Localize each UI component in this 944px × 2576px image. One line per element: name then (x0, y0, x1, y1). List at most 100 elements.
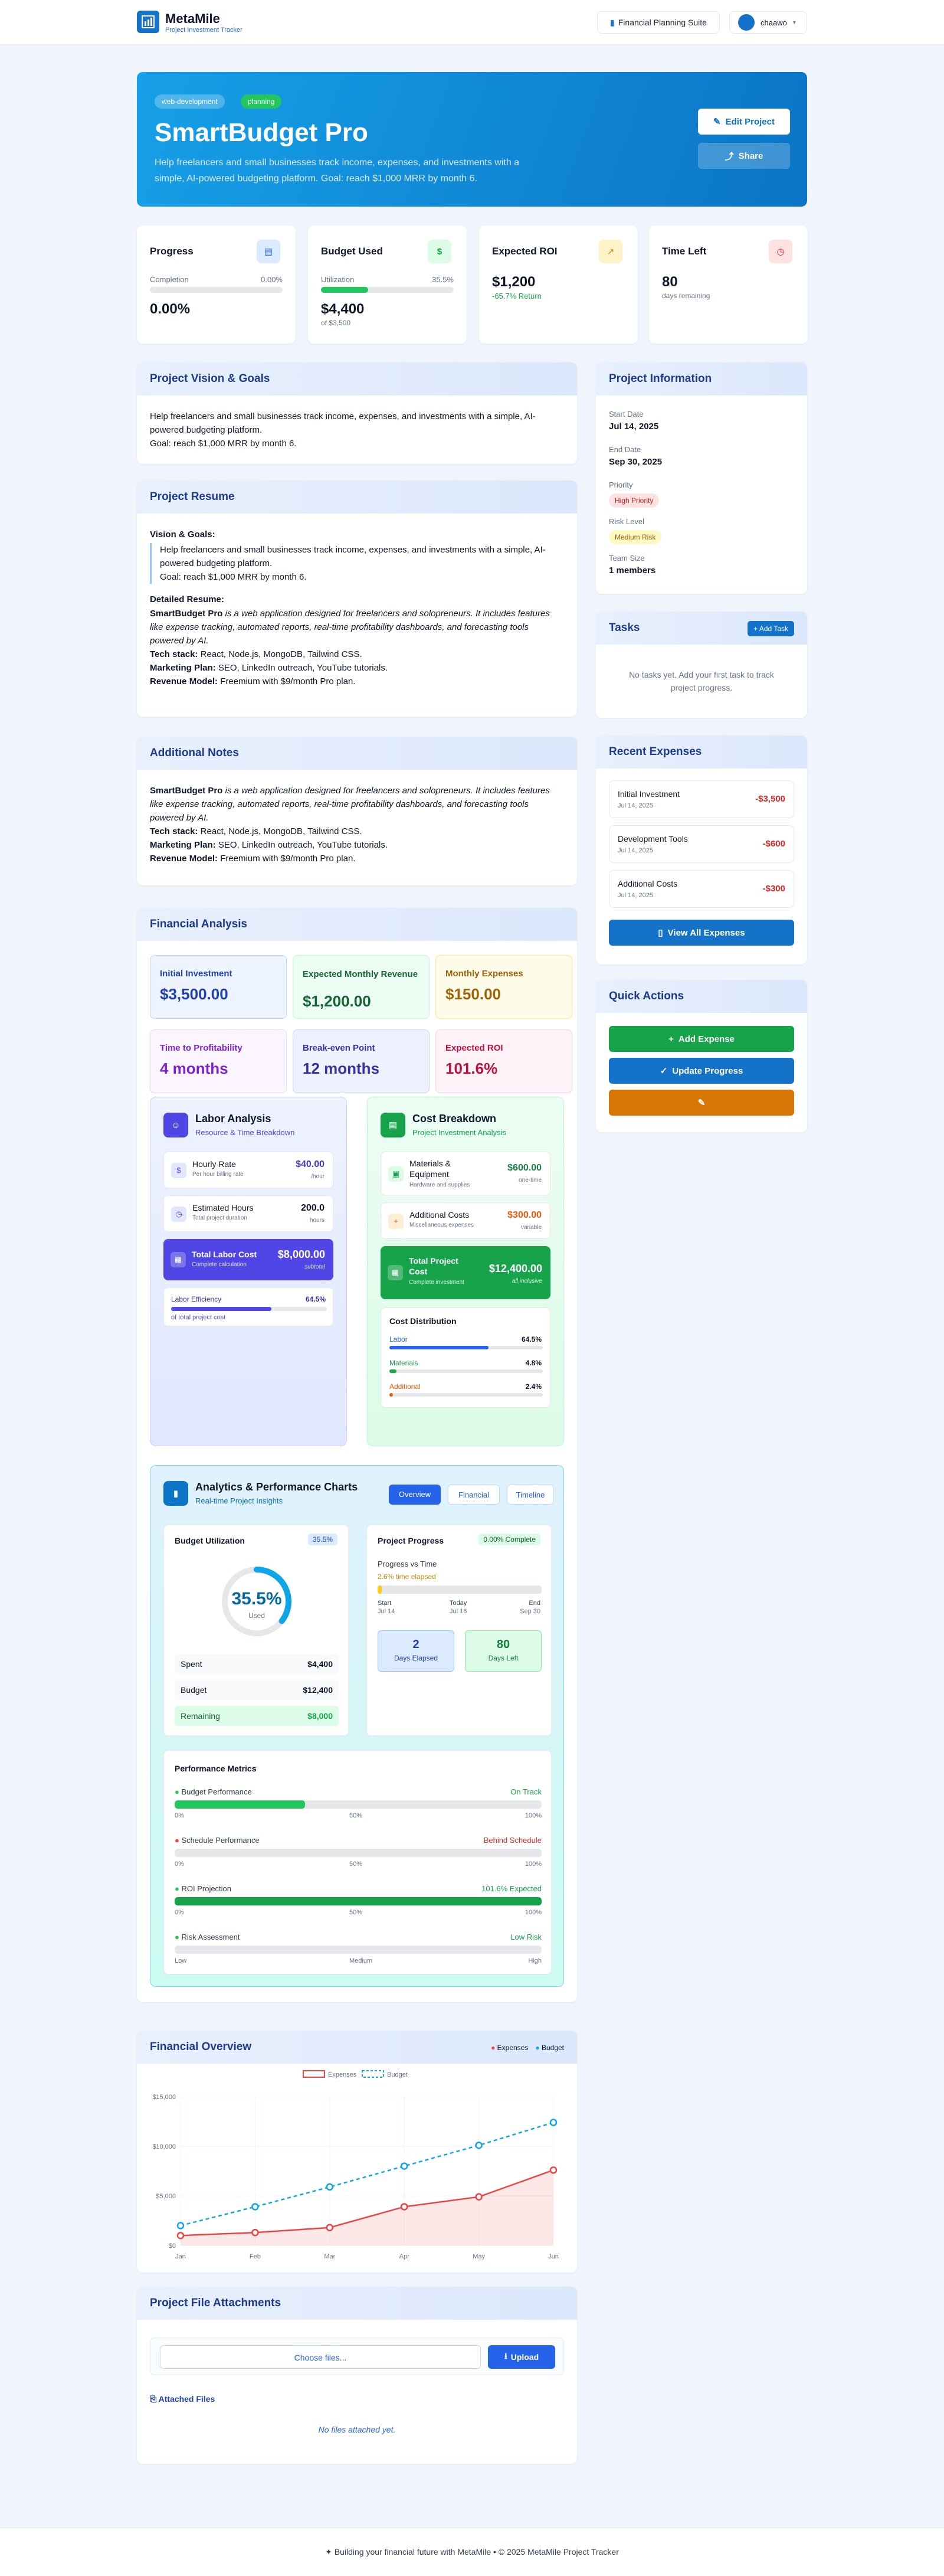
vision-text: Help freelancers and small businesses tr… (150, 411, 536, 449)
quick-actions-card: Quick Actions + Add Expense ✓ Update Progr… (596, 980, 807, 1132)
chevron-down-icon: ▾ (792, 19, 796, 26)
budget-point (475, 2142, 483, 2149)
edit-action-button[interactable]: ✎ (609, 1090, 794, 1116)
budget-used-card: Budget Used $ Utilization 35.5% $4,400 o… (308, 225, 467, 344)
add-task-button[interactable]: + Add Task (748, 621, 794, 636)
tab-timeline[interactable]: Timeline (507, 1485, 554, 1505)
dollar-icon: $ (428, 240, 451, 263)
end-date: Sep 30, 2025 (609, 457, 663, 467)
trending-up-icon: ↗ (599, 240, 622, 263)
roi-title: Expected ROI (492, 246, 558, 257)
expenses-point (400, 2203, 408, 2211)
expenses-point (326, 2224, 334, 2232)
user-name: chaawo (761, 18, 787, 27)
risk-label: Risk Level (609, 517, 644, 526)
tag-planning: planning (241, 94, 282, 109)
share-button[interactable]: ⤴ Share (698, 143, 790, 169)
analytics-title: Analytics & Performance Charts (195, 1481, 358, 1493)
footer: ✦ Building your financial future with Me… (0, 2528, 944, 2576)
financial-line-chart: Expenses Budget $0 $5,000 $10,000 $15,000 Jan F… (152, 2070, 559, 2260)
completion-bar (150, 287, 283, 293)
days-remaining-label: days remaining (662, 292, 710, 300)
view-all-expenses-button[interactable]: ▯ View All Expenses (609, 920, 794, 946)
total-project-cost-row: ▦ Total Project Cost Complete investment $1… (381, 1246, 550, 1299)
financial-analysis-title: Financial Analysis (137, 908, 577, 941)
expense-item[interactable]: Initial Investment Jul 14, 2025 -$3,500 (609, 780, 794, 818)
labor-subtitle: Resource & Time Breakdown (195, 1128, 295, 1137)
edit-project-button[interactable]: ✎ Edit Project (698, 109, 790, 135)
expenses-point (549, 2166, 558, 2174)
performance-metrics-panel: Performance Metrics ● Budget Performance… (163, 1750, 552, 1975)
tab-overview[interactable]: Overview (389, 1485, 441, 1505)
expenses-area (181, 2170, 553, 2245)
upload-button[interactable]: ⭳ Upload (488, 2345, 555, 2369)
time-left-card: Time Left ◷ 80 days remaining (649, 225, 808, 344)
materials-row: ▣ Materials & Equipment Hardware and suppl… (381, 1152, 550, 1195)
monthly-expenses-card: Monthly Expenses $150.00 (435, 955, 572, 1019)
vision-title: Project Vision & Goals (137, 362, 577, 395)
monthly-revenue-card: Expected Monthly Revenue $1,200.00 (293, 955, 430, 1019)
recent-expenses-card: Recent Expenses Initial Investment Jul 14… (596, 735, 807, 965)
project-hero: web-development planning SmartBudget Pro… (137, 72, 807, 207)
metamile-logo[interactable] (137, 11, 159, 33)
priority-label: Priority (609, 480, 633, 489)
donut-center-value: 35.5% (231, 1589, 282, 1609)
break-even-card: Break-even Point 12 months (293, 1029, 430, 1093)
choose-files-input[interactable]: Choose files... (160, 2345, 481, 2369)
tag-web-development: web-development (155, 94, 225, 109)
cost-subtitle: Project Investment Analysis (412, 1128, 506, 1137)
budget-used-value: $4,400 (321, 301, 365, 317)
expense-item[interactable]: Development Tools Jul 14, 2025 -$600 (609, 825, 794, 863)
budget-total: of $3,500 (321, 319, 351, 327)
utilization-bar (321, 287, 454, 293)
budget-utilization-panel: Budget Utilization 35.5% 35.5% Used Spen… (163, 1525, 349, 1736)
cost-distribution: Cost Distribution Labor 64.5% Materials 4.… (381, 1307, 550, 1408)
budget-point (251, 2203, 259, 2211)
users-icon: ☺ (163, 1113, 188, 1137)
financial-suite-button[interactable]: ▮ Financial Planning Suite (597, 11, 720, 34)
total-labor-cost-row: ▦ Total Labor Cost Complete calculation $8,… (163, 1239, 333, 1280)
clock-icon: ◷ (769, 240, 792, 263)
completion-label: Completion (150, 275, 189, 284)
plus-icon: + (388, 1214, 404, 1229)
days-elapsed-box: 2 Days Elapsed (378, 1630, 454, 1672)
roi-value: $1,200 (492, 274, 536, 290)
project-title: SmartBudget Pro (155, 118, 368, 147)
labor-efficiency-row: Labor Efficiency 64.5% of total project co… (163, 1287, 333, 1326)
x-tick-label: Mar (324, 2253, 335, 2260)
bar-chart-icon: ▤ (257, 240, 280, 263)
metric-row: ● ROI Projection 101.6% Expected 0% 50% … (175, 1884, 542, 1916)
vision-card: Project Vision & Goals Help freelancers … (137, 362, 577, 464)
budget-point (549, 2119, 558, 2126)
no-files-text: No files attached yet. (318, 2425, 396, 2434)
user-menu[interactable]: chaawo ▾ (729, 11, 807, 34)
upload-icon: ⭳ (504, 2351, 507, 2361)
add-expense-button[interactable]: + Add Expense (609, 1026, 794, 1052)
analytics-panel: ▮ Analytics & Performance Charts Real-ti… (150, 1465, 564, 1987)
expense-item[interactable]: Additional Costs Jul 14, 2025 -$300 (609, 870, 794, 908)
legend-expenses-label: Expenses (328, 2071, 357, 2078)
expenses-point (251, 2228, 259, 2237)
days-left-box: 80 Days Left (465, 1630, 542, 1672)
budget-used-title: Budget Used (321, 246, 383, 257)
vision-goals-label: Vision & Goals: (150, 529, 215, 540)
project-description: Help freelancers and small businesses tr… (155, 158, 520, 184)
chart-icon: ▮ (163, 1481, 188, 1506)
financial-overview-card: Financial Overview ● Expenses ● Budget Ex… (137, 2031, 577, 2273)
plus-icon: + (668, 1034, 674, 1044)
recent-expenses-title: Recent Expenses (596, 735, 807, 769)
edit-icon: ✎ (697, 1098, 706, 1108)
box-icon: ▣ (388, 1166, 404, 1182)
project-info-card: Project Information Start Date Jul 14, 2… (596, 362, 807, 594)
vision-goals-quote: Help freelancers and small businesses tr… (150, 543, 563, 584)
team-size: 1 members (609, 565, 656, 576)
metric-row: ● Risk Assessment Low Risk Low Medium Hi… (175, 1933, 542, 1964)
resume-title: Project Resume (137, 480, 577, 514)
update-progress-button[interactable]: ✓ Update Progress (609, 1058, 794, 1084)
x-tick-label: Jan (175, 2253, 186, 2260)
y-tick-label: $10,000 (152, 2143, 176, 2150)
budget-point (326, 2183, 334, 2191)
tab-financial[interactable]: Financial (448, 1485, 500, 1505)
days-left-value: 80 (662, 274, 678, 290)
y-tick-label: $15,000 (152, 2094, 176, 2101)
